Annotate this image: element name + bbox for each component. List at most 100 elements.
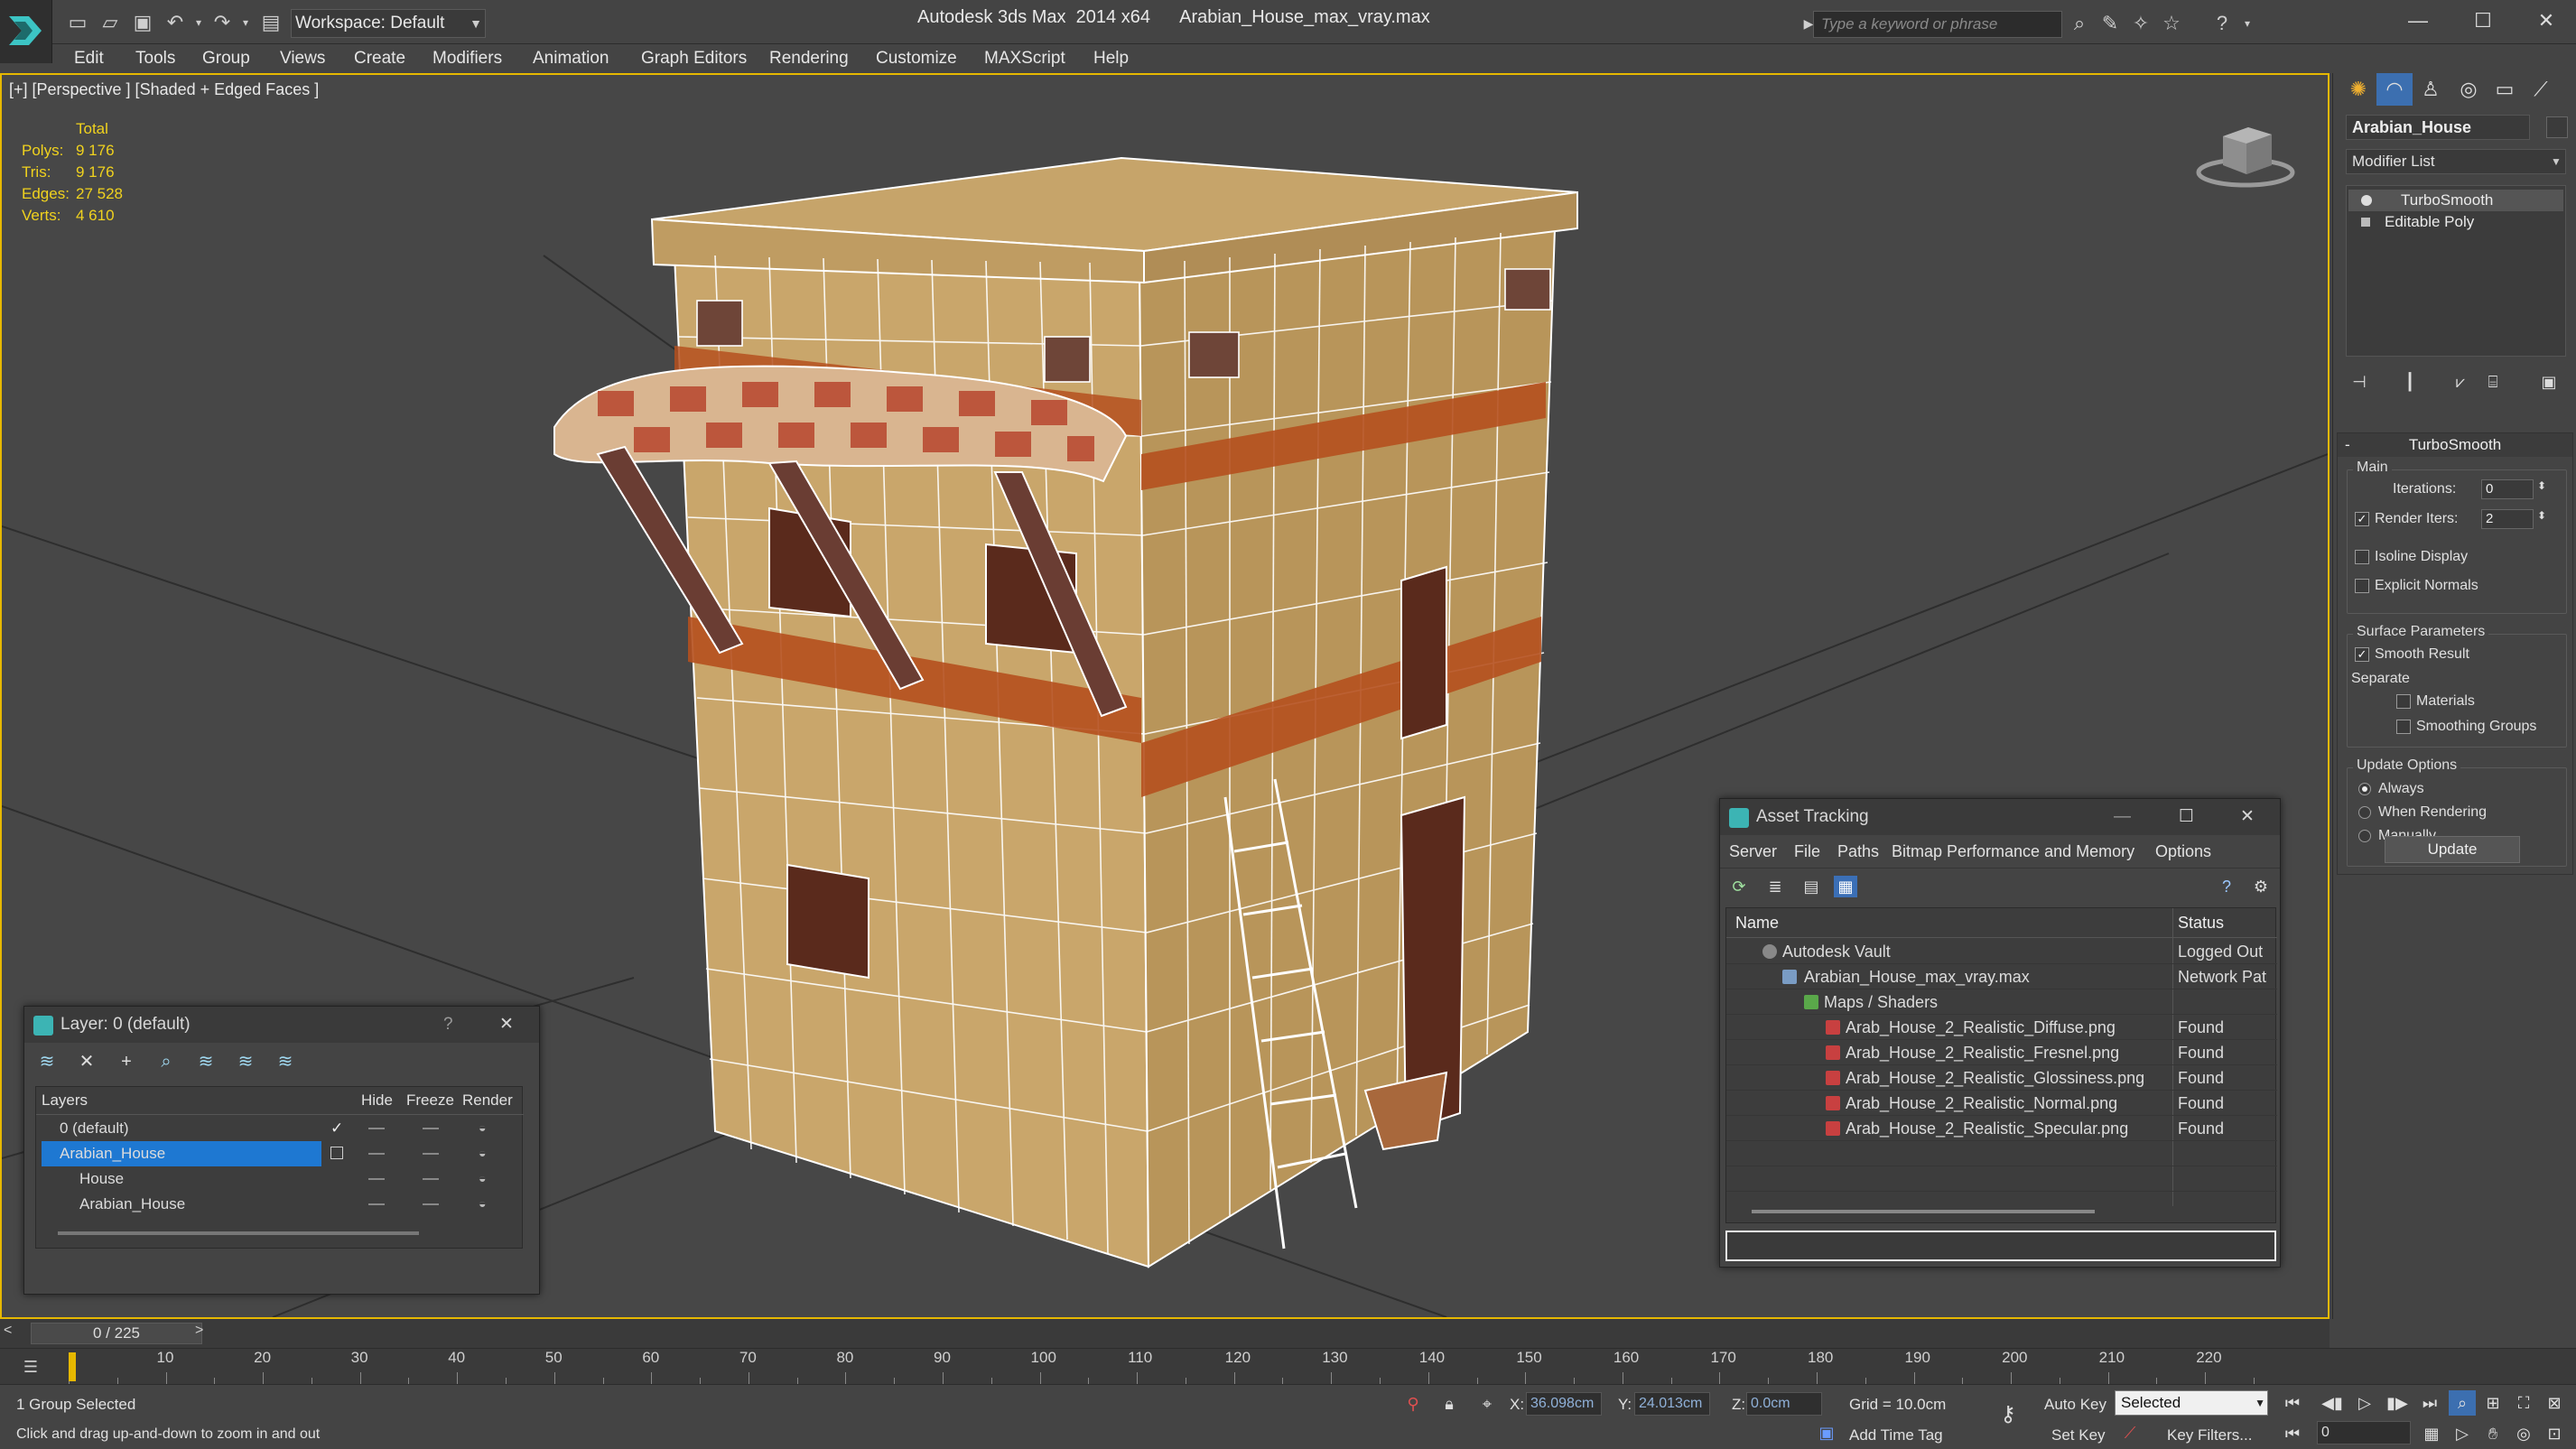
field-of-view-icon[interactable]: ▷ (2449, 1421, 2476, 1446)
delete-layer-icon[interactable]: ✕ (73, 1050, 100, 1073)
render-iters-spinner[interactable]: 2 (2481, 509, 2534, 529)
undo-icon[interactable]: ↶ (163, 11, 188, 34)
z-coordinate-field[interactable]: 0.0cm (1746, 1392, 1822, 1416)
layer-panel-title[interactable]: Layer: 0 (default) ? ✕ (24, 1007, 539, 1043)
when-rendering-radio[interactable] (2358, 806, 2371, 819)
asset-path-input[interactable] (1725, 1231, 2276, 1261)
update-button[interactable]: Update (2385, 836, 2520, 863)
track-ruler[interactable]: 10 20 30 40 50 60 70 80 90 100 110 120 130 140 150 160 1… (69, 1349, 2255, 1385)
always-radio[interactable] (2358, 783, 2371, 795)
y-coordinate-field[interactable]: 24.013cm (1634, 1392, 1710, 1416)
zoom-extents-all-icon[interactable]: ⊠ (2541, 1390, 2568, 1416)
asset-horizontal-scrollbar[interactable] (1752, 1210, 2095, 1213)
minimize-button[interactable]: — (2391, 4, 2445, 38)
auto-key-button[interactable]: Auto Key (2044, 1396, 2106, 1414)
render-teapot-icon[interactable]: ◒ (479, 1197, 493, 1210)
layer-row[interactable]: Arabian_House ◒ (36, 1141, 524, 1166)
utilities-tab-icon[interactable]: ⟋ (2523, 73, 2559, 106)
time-tag-icon[interactable]: ▣ (1815, 1421, 1838, 1444)
track-bar[interactable]: ☰ 10 20 30 40 50 60 70 80 90 100 110 120 130 140 150 16… (0, 1348, 2576, 1385)
isoline-display-checkbox[interactable] (2355, 550, 2369, 564)
active-layer-check-icon[interactable]: ✓ (330, 1116, 343, 1141)
help-icon[interactable]: ? (2209, 11, 2236, 36)
render-iters-checkbox[interactable]: ✓ (2355, 512, 2369, 526)
materials-checkbox[interactable] (2396, 694, 2411, 709)
open-file-icon[interactable]: ▱ (98, 11, 123, 34)
show-end-result-icon[interactable]: ┃ (2396, 369, 2423, 395)
display-tab-icon[interactable]: ▭ (2487, 73, 2523, 106)
asset-settings-icon[interactable]: ⚙ (2249, 876, 2273, 897)
hierarchy-tab-icon[interactable]: ♙ (2413, 73, 2449, 106)
stack-item-editable-poly[interactable]: Editable Poly (2348, 211, 2563, 233)
layer-help-button[interactable]: ? (443, 1007, 453, 1043)
add-time-tag[interactable]: Add Time Tag (1849, 1426, 1943, 1444)
asset-panel-title[interactable]: Asset Tracking — ☐ ✕ (1720, 799, 2280, 835)
menu-rendering[interactable]: Rendering (769, 44, 849, 73)
column-freeze[interactable]: Freeze (406, 1087, 454, 1114)
time-cursor[interactable] (69, 1352, 76, 1381)
rollout-header[interactable]: - TurboSmooth (2338, 433, 2572, 457)
asset-menu-options[interactable]: Options (2155, 837, 2211, 866)
column-hide[interactable]: Hide (361, 1087, 393, 1114)
favorites-star-icon[interactable]: ☆ (2158, 11, 2185, 36)
column-render[interactable]: Render (462, 1087, 513, 1114)
refresh-icon[interactable]: ⟳ (1727, 876, 1751, 897)
communication-icon[interactable]: ✧ (2127, 11, 2154, 36)
smoothing-groups-checkbox[interactable] (2396, 720, 2411, 734)
highlight-layer-icon[interactable]: ≋ (192, 1050, 219, 1073)
search-input[interactable]: Type a keyword or phrase (1813, 11, 2062, 38)
workspace-selector[interactable]: Workspace: Default (291, 9, 486, 38)
binoculars-icon[interactable]: ⌕ (2066, 11, 2093, 36)
chevron-down-icon[interactable]: ▼ (466, 9, 486, 38)
mini-curve-editor-icon[interactable]: ☰ (13, 1354, 49, 1379)
isolate-selection-icon[interactable]: ⚲ (1401, 1392, 1425, 1416)
asset-menu-bitmap[interactable]: Bitmap Performance and Memory (1892, 837, 2134, 866)
menu-animation[interactable]: Animation (533, 44, 609, 73)
key-filter-curve-icon[interactable]: ⟋ (2118, 1421, 2142, 1444)
help-dropdown-icon[interactable]: ▾ (2234, 11, 2261, 36)
asset-menu-server[interactable]: Server (1729, 837, 1777, 866)
previous-frame-icon[interactable]: ◀▮ (2319, 1390, 2346, 1416)
asset-maximize-button[interactable]: ☐ (2179, 799, 2194, 835)
menu-modifiers[interactable]: Modifiers (432, 44, 502, 73)
key-mode-toggle-icon[interactable]: ⏮ (2279, 1421, 2306, 1446)
play-icon[interactable]: ▷ (2351, 1390, 2378, 1416)
layer-close-button[interactable]: ✕ (499, 1007, 514, 1043)
key-filters-button[interactable]: Key Filters... (2167, 1426, 2252, 1444)
go-to-start-icon[interactable]: ⏮ (2279, 1390, 2306, 1416)
object-color-swatch[interactable] (2546, 116, 2568, 138)
subscription-icon[interactable]: ✎ (2097, 11, 2124, 36)
table-row[interactable]: Maps / Shaders (1726, 989, 2277, 1015)
create-tab-icon[interactable]: ✺ (2340, 73, 2376, 106)
modify-tab-icon[interactable]: ◠ (2376, 73, 2413, 106)
hide-all-layers-icon[interactable]: ≋ (232, 1050, 259, 1073)
app-logo-icon[interactable] (0, 0, 52, 63)
viewcube-icon[interactable] (2196, 120, 2295, 197)
menu-maxscript[interactable]: MAXScript (984, 44, 1065, 73)
layer-row[interactable]: House ◒ (36, 1166, 524, 1192)
save-file-icon[interactable]: ▣ (130, 11, 155, 34)
column-layers[interactable]: Layers (42, 1087, 88, 1114)
layer-row[interactable]: 0 (default) ✓ ◒ (36, 1116, 524, 1141)
table-row[interactable]: Arabian_House_max_vray.max Network Pat (1726, 964, 2277, 989)
motion-tab-icon[interactable]: ◎ (2450, 73, 2487, 106)
orbit-icon[interactable]: ◎ (2510, 1421, 2537, 1446)
zoom-icon[interactable]: ⌕ (2449, 1390, 2476, 1416)
menu-edit[interactable]: Edit (74, 44, 104, 73)
time-config-icon[interactable]: ▦ (2418, 1421, 2445, 1446)
redo-dropdown-icon[interactable]: ▾ (233, 11, 258, 34)
time-slider[interactable]: < 0 / 225 > (0, 1319, 2330, 1348)
time-slider-next[interactable]: > (195, 1323, 203, 1339)
menu-customize[interactable]: Customize (876, 44, 957, 73)
undo-dropdown-icon[interactable]: ▾ (186, 11, 211, 34)
go-to-end-icon[interactable]: ⏭ (2416, 1390, 2443, 1416)
key-mode-select[interactable]: Selected ▼ (2115, 1390, 2268, 1416)
menu-help[interactable]: Help (1093, 44, 1129, 73)
spinner-arrows-icon[interactable]: ⬍ (2537, 479, 2546, 492)
manually-radio[interactable] (2358, 830, 2371, 842)
render-teapot-icon[interactable]: ◒ (479, 1172, 493, 1184)
project-folder-icon[interactable]: ▤ (258, 11, 284, 34)
explicit-normals-checkbox[interactable] (2355, 579, 2369, 593)
menu-views[interactable]: Views (280, 44, 325, 73)
table-row[interactable]: Arab_House_2_Realistic_Diffuse.png Found (1726, 1015, 2277, 1040)
